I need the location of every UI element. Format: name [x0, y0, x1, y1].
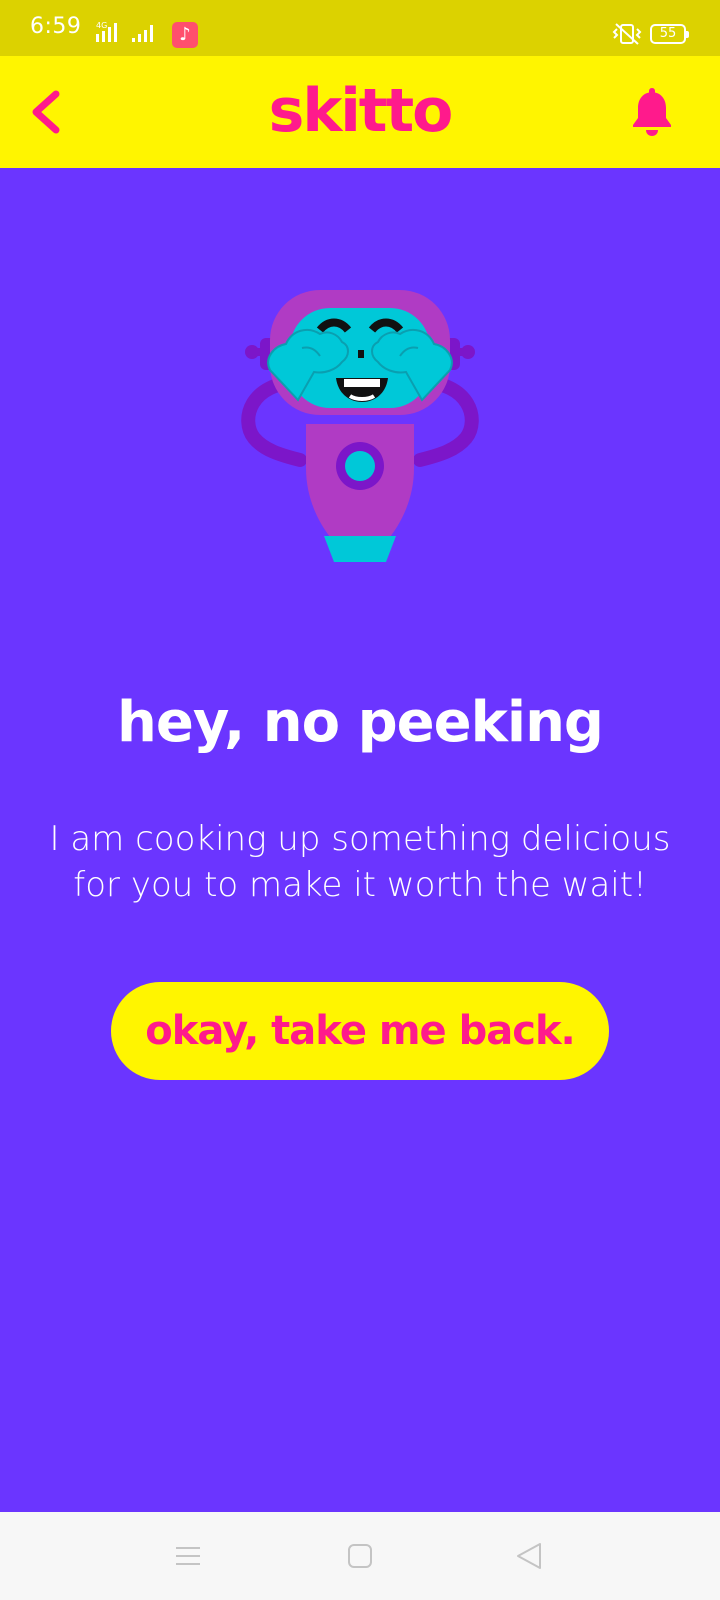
app-header: skitto [0, 56, 720, 168]
screen: 6:59 4G ♪ 55 skitto hey, no peeking I am… [0, 0, 720, 1600]
notification-button[interactable] [624, 84, 680, 140]
take-me-back-button[interactable]: okay, take me back. [111, 982, 609, 1080]
network-type-label: 4G [96, 21, 107, 30]
signal-icon: 4G [96, 20, 160, 50]
system-nav-bar [0, 1512, 720, 1600]
home-icon[interactable] [340, 1536, 380, 1576]
menu-icon[interactable] [168, 1536, 208, 1576]
vibrate-icon [612, 22, 642, 50]
robot-illustration [240, 290, 480, 580]
battery-icon: 55 [650, 24, 689, 44]
music-app-icon: ♪ [172, 22, 198, 48]
page-title: hey, no peeking [116, 690, 604, 755]
status-time: 6:59 [30, 14, 82, 39]
bell-icon [633, 88, 671, 136]
description-text: I am cooking up something delicious for … [49, 819, 671, 905]
status-bar: 6:59 4G ♪ 55 [0, 0, 720, 56]
skitto-logo: skitto [268, 76, 454, 146]
back-icon[interactable] [510, 1536, 550, 1576]
